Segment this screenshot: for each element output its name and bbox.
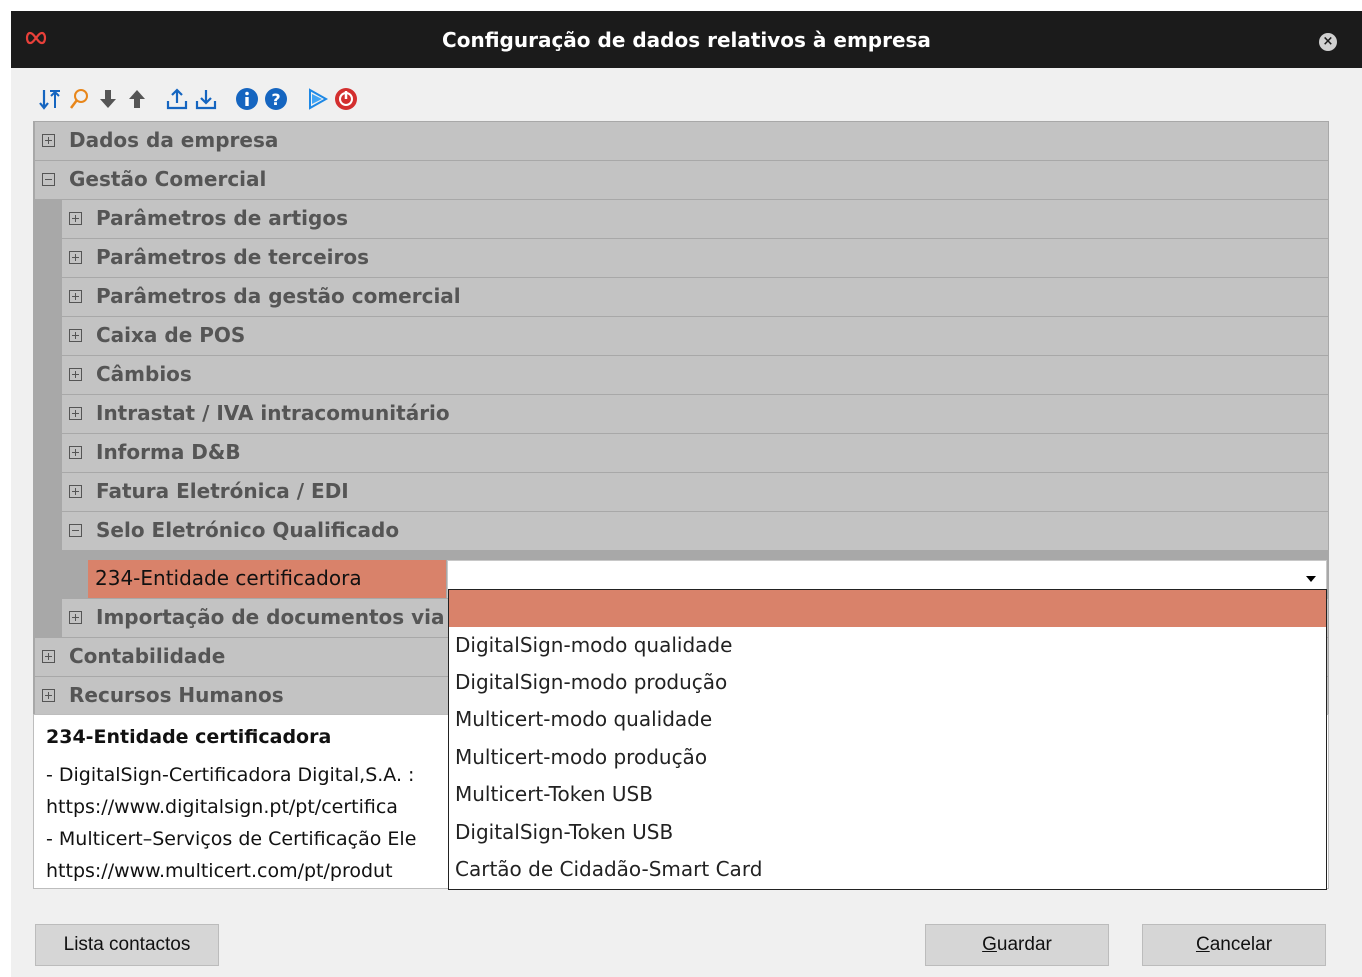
description-line: - Multicert–Serviços de Certificação Ele (46, 828, 417, 850)
play-icon[interactable] (305, 87, 329, 111)
tree-item-selo-eletronico[interactable]: Selo Eletrónico Qualificado (62, 512, 1328, 550)
export-icon[interactable] (165, 87, 189, 111)
sort-icon[interactable] (38, 87, 62, 111)
tree-item-fatura-eletronica[interactable]: Fatura Eletrónica / EDI (62, 473, 1328, 511)
expand-icon[interactable] (69, 329, 82, 342)
expand-icon[interactable] (69, 407, 82, 420)
cancelar-button[interactable]: Cancelar (1142, 924, 1326, 966)
collapse-icon[interactable] (69, 524, 82, 537)
dropdown-option[interactable]: DigitalSign-Token USB (449, 815, 1326, 852)
guardar-label: uardar (996, 934, 1052, 955)
tree-item-dados-empresa[interactable]: Dados da empresa (35, 122, 1328, 160)
expand-icon[interactable] (42, 134, 55, 147)
description-title: 234-Entidade certificadora (46, 726, 332, 748)
expand-icon[interactable] (69, 251, 82, 264)
expand-icon[interactable] (42, 650, 55, 663)
description-line: https://www.multicert.com/pt/produt (46, 860, 393, 882)
guardar-mnemonic: G (982, 934, 997, 955)
arrow-down-icon[interactable] (96, 87, 120, 111)
dropdown-arrow-icon[interactable] (1306, 576, 1316, 582)
description-line: https://www.digitalsign.pt/pt/certifica (46, 796, 398, 818)
window-title: Configuração de dados relativos à empres… (442, 28, 931, 52)
dialog-window: Configuração de dados relativos à empres… (11, 11, 1362, 977)
dropdown-option-empty[interactable] (449, 590, 1326, 627)
dropdown-option[interactable]: Cartão de Cidadão-Smart Card (449, 852, 1326, 889)
arrow-up-icon[interactable] (125, 87, 149, 111)
close-icon[interactable]: × (1319, 33, 1337, 51)
dropdown-option[interactable]: DigitalSign-modo produção (449, 665, 1326, 702)
dropdown-option[interactable]: Multicert-modo qualidade (449, 702, 1326, 739)
dropdown-option[interactable]: DigitalSign-modo qualidade (449, 628, 1326, 665)
expand-icon[interactable] (69, 212, 82, 225)
collapse-icon[interactable] (42, 173, 55, 186)
tree-item-parametros-gestao[interactable]: Parâmetros da gestão comercial (62, 278, 1328, 316)
tree-item-parametros-artigos[interactable]: Parâmetros de artigos (62, 200, 1328, 238)
help-icon[interactable]: ? (264, 87, 288, 111)
search-icon[interactable] (67, 87, 91, 111)
lista-contactos-button[interactable]: Lista contactos (35, 924, 219, 966)
import-icon[interactable] (194, 87, 218, 111)
tree-item-informa[interactable]: Informa D&B (62, 434, 1328, 472)
property-name-label: 234-Entidade certificadora (95, 566, 362, 590)
expand-icon[interactable] (69, 485, 82, 498)
expand-icon[interactable] (69, 446, 82, 459)
dropdown-option[interactable]: Multicert-Token USB (449, 777, 1326, 814)
svg-text:?: ? (271, 90, 280, 109)
tree-item-gestao-comercial[interactable]: Gestão Comercial (35, 161, 1328, 199)
guardar-button[interactable]: Guardar (925, 924, 1109, 966)
stop-icon[interactable] (334, 87, 358, 111)
dropdown-option[interactable]: Multicert-modo produção (449, 740, 1326, 777)
expand-icon[interactable] (42, 689, 55, 702)
info-icon[interactable] (235, 87, 259, 111)
tree-item-parametros-terceiros[interactable]: Parâmetros de terceiros (62, 239, 1328, 277)
description-line: - DigitalSign-Certificadora Digital,S.A.… (46, 764, 415, 786)
title-bar[interactable]: Configuração de dados relativos à empres… (11, 11, 1362, 68)
cancelar-label: ancelar (1209, 934, 1273, 955)
expand-icon[interactable] (69, 290, 82, 303)
tree-item-cambios[interactable]: Câmbios (62, 356, 1328, 394)
property-name-cell[interactable]: 234-Entidade certificadora (88, 560, 446, 598)
tree-item-intrastat[interactable]: Intrastat / IVA intracomunitário (62, 395, 1328, 433)
cancelar-mnemonic: C (1195, 934, 1210, 955)
certificadora-dropdown-list: DigitalSign-modo qualidade DigitalSign-m… (448, 589, 1327, 890)
tree-item-caixa-pos[interactable]: Caixa de POS (62, 317, 1328, 355)
expand-icon[interactable] (69, 368, 82, 381)
expand-icon[interactable] (69, 611, 82, 624)
